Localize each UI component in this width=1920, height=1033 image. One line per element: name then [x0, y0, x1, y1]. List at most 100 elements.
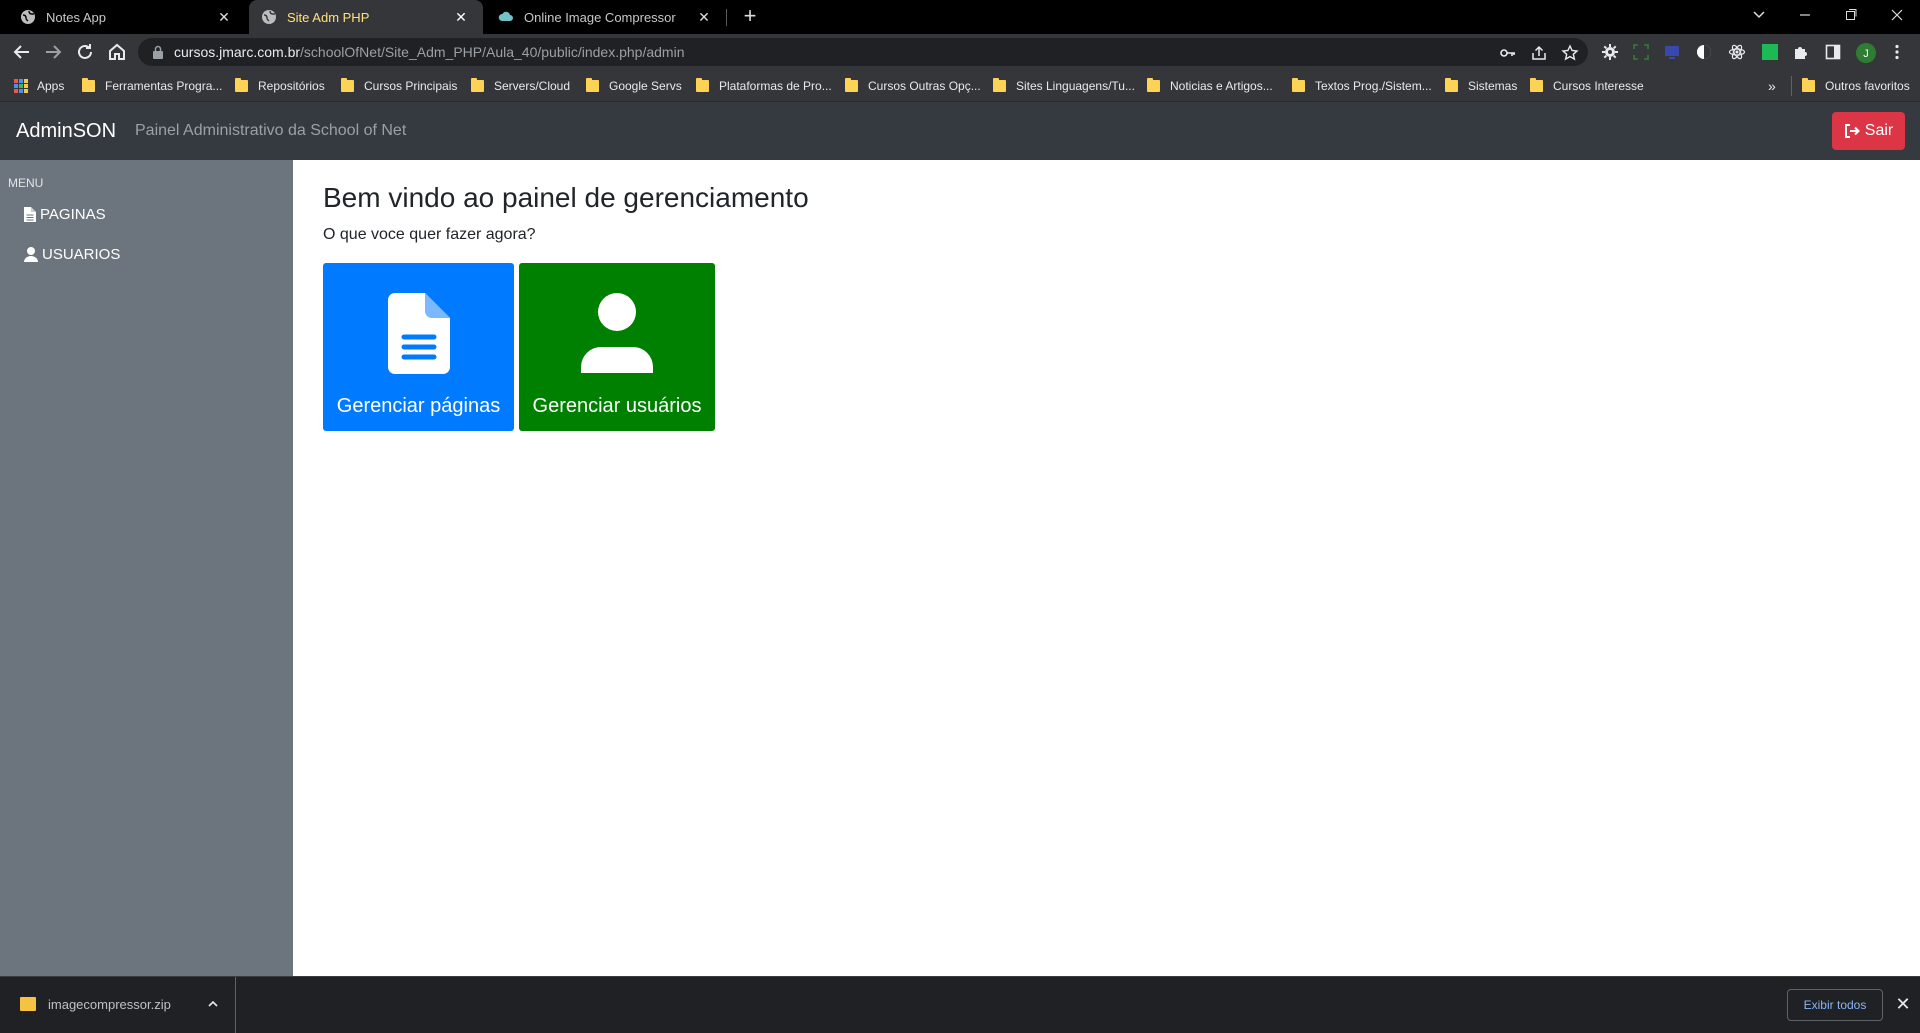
home-icon[interactable]	[105, 40, 129, 64]
tab-site-adm-php[interactable]: Site Adm PHP ✕	[249, 0, 483, 34]
show-all-downloads-button[interactable]: Exibir todos	[1787, 989, 1883, 1021]
download-item[interactable]: imagecompressor.zip	[0, 977, 236, 1033]
bookmark-label: Repositórios	[258, 79, 325, 93]
chevron-up-icon[interactable]	[206, 997, 220, 1011]
user-icon	[24, 246, 42, 262]
lock-icon[interactable]	[152, 45, 164, 59]
tab-search-icon[interactable]	[1736, 0, 1782, 30]
bookmark-folder[interactable]: Plataformas de Pro...	[696, 70, 832, 102]
folder-icon	[471, 78, 484, 92]
sidebar-item-usuarios[interactable]: USUARIOS	[24, 242, 120, 266]
close-window-icon[interactable]	[1874, 0, 1920, 30]
bookmark-label: Ferramentas Progra...	[105, 79, 223, 93]
bookmark-label: Noticias e Artigos...	[1170, 79, 1273, 93]
restore-icon[interactable]	[1828, 0, 1874, 30]
bookmark-folder[interactable]: Textos Prog./Sistem...	[1292, 70, 1432, 102]
address-bar[interactable]: cursos.jmarc.com.br/schoolOfNet/Site_Adm…	[138, 38, 1588, 66]
tab-online-image-compressor[interactable]: Online Image Compressor ✕	[486, 0, 726, 34]
bookmark-folder[interactable]: Repositórios	[235, 70, 325, 102]
folder-icon	[1147, 78, 1160, 92]
main-content: Bem vindo ao painel de gerenciamento O q…	[293, 160, 1920, 976]
tab-notes-app[interactable]: Notes App ✕	[0, 0, 246, 34]
url-host: cursos.jmarc.com.br	[174, 44, 301, 60]
header-subtitle: Painel Administrativo da School of Net	[135, 122, 407, 139]
manage-users-tile[interactable]: Gerenciar usuários	[519, 263, 715, 431]
menu-label: MENU	[8, 176, 44, 190]
green-extension-icon[interactable]	[1761, 43, 1779, 61]
gear-extension-icon[interactable]	[1601, 43, 1619, 61]
folder-icon	[993, 78, 1006, 92]
sidebar-item-paginas[interactable]: PAGINAS	[24, 202, 106, 226]
bookmark-label: Google Servs	[609, 79, 682, 93]
screenshot-extension-icon[interactable]	[1632, 43, 1650, 61]
bookmark-label: Cursos Outras Opç...	[868, 79, 981, 93]
minimize-icon[interactable]	[1782, 0, 1828, 30]
folder-icon	[341, 78, 354, 92]
bookmark-folder[interactable]: Cursos Interesse	[1530, 70, 1644, 102]
close-icon[interactable]: ✕	[216, 9, 232, 25]
apps-grid-icon	[14, 79, 28, 93]
url-text: cursos.jmarc.com.br/schoolOfNet/Site_Adm…	[174, 38, 684, 66]
download-file-name: imagecompressor.zip	[48, 997, 171, 1012]
browser-toolbar: cursos.jmarc.com.br/schoolOfNet/Site_Adm…	[0, 34, 1920, 70]
bookmark-folder[interactable]: Cursos Principais	[341, 70, 457, 102]
folder-icon	[1802, 78, 1815, 92]
bookmark-folder[interactable]: Sites Linguagens/Tu...	[993, 70, 1135, 102]
browser-tab-bar: Notes App ✕ Site Adm PHP ✕ Online Image …	[0, 0, 1920, 34]
sidebar-item-label: PAGINAS	[40, 205, 106, 223]
bookmark-folder[interactable]: Noticias e Artigos...	[1147, 70, 1273, 102]
new-tab-icon[interactable]: +	[738, 5, 762, 29]
puzzle-extensions-icon[interactable]	[1792, 43, 1810, 61]
folder-icon	[696, 78, 709, 92]
bookmark-folder[interactable]: Google Servs	[586, 70, 682, 102]
bookmark-label: Apps	[37, 79, 65, 93]
react-devtools-icon[interactable]	[1728, 43, 1746, 61]
kebab-menu-icon[interactable]	[1888, 43, 1906, 61]
folder-icon	[845, 78, 858, 92]
profile-avatar[interactable]: J	[1856, 43, 1876, 63]
bookmarks-overflow[interactable]: »	[1768, 70, 1776, 102]
tile-label: Gerenciar páginas	[336, 395, 501, 417]
close-icon[interactable]: ✕	[1893, 994, 1913, 1014]
globe-icon	[261, 9, 277, 25]
brand-title[interactable]: AdminSON	[16, 102, 116, 160]
back-icon[interactable]	[10, 40, 34, 64]
bookmark-folder[interactable]: Servers/Cloud	[471, 70, 570, 102]
folder-icon	[1530, 78, 1543, 92]
page-subtitle: O que voce quer fazer agora?	[323, 226, 536, 243]
folder-icon	[235, 78, 248, 92]
bookmark-label: Cursos Principais	[364, 79, 458, 93]
profile-initial: J	[1863, 48, 1869, 60]
side-panel-icon[interactable]	[1824, 43, 1842, 61]
tab-title: Notes App	[46, 9, 106, 25]
contrast-extension-icon[interactable]	[1695, 43, 1713, 61]
document-icon	[387, 293, 450, 374]
user-icon	[581, 293, 653, 373]
bookmark-folder[interactable]: Sistemas	[1445, 70, 1517, 102]
sidebar-item-label: USUARIOS	[42, 245, 121, 263]
share-icon[interactable]	[1530, 44, 1548, 62]
forward-icon[interactable]	[41, 40, 65, 64]
bookmark-label: Outros favoritos	[1825, 79, 1910, 93]
folder-icon	[586, 78, 599, 92]
app-header: AdminSON Painel Administrativo da School…	[0, 102, 1920, 160]
key-icon[interactable]	[1499, 44, 1517, 62]
bookmark-folder[interactable]: Ferramentas Progra...	[82, 70, 222, 102]
close-icon[interactable]: ✕	[696, 9, 712, 25]
bookmark-apps[interactable]: Apps	[14, 70, 64, 102]
tile-label: Gerenciar usuários	[532, 395, 702, 417]
monitor-extension-icon[interactable]	[1663, 43, 1681, 61]
folder-icon	[1445, 78, 1458, 92]
bookmark-folder[interactable]: Cursos Outras Opç...	[845, 70, 981, 102]
folder-icon	[82, 78, 95, 92]
bookmark-label: Servers/Cloud	[494, 79, 571, 93]
star-icon[interactable]	[1561, 44, 1579, 62]
reload-icon[interactable]	[73, 40, 97, 64]
cloud-icon	[498, 9, 514, 25]
close-icon[interactable]: ✕	[453, 9, 469, 25]
bookmarks-bar: Apps Ferramentas Progra... Repositórios …	[0, 70, 1920, 102]
other-bookmarks[interactable]: Outros favoritos	[1791, 76, 1910, 96]
page-title: Bem vindo ao painel de gerenciamento	[323, 182, 809, 213]
logout-button[interactable]: Sair	[1832, 112, 1905, 150]
manage-pages-tile[interactable]: Gerenciar páginas	[323, 263, 514, 431]
